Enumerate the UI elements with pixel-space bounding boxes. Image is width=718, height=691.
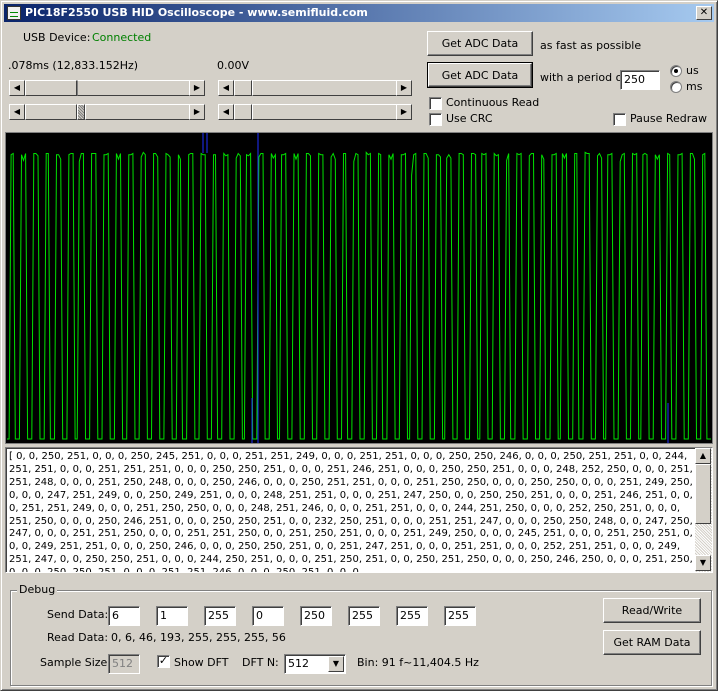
- pause-redraw-checkbox[interactable]: [613, 113, 626, 126]
- oscilloscope-display[interactable]: [5, 132, 713, 444]
- scroll-right-icon[interactable]: ▶: [396, 80, 412, 96]
- scroll-track-right[interactable]: [77, 80, 191, 96]
- send-byte-2[interactable]: 255: [204, 606, 236, 626]
- send-byte-0[interactable]: 6: [108, 606, 140, 626]
- scroll-up-icon[interactable]: ▲: [695, 448, 711, 464]
- scroll-left-icon[interactable]: ◀: [9, 104, 25, 120]
- usb-device-label: USB Device:: [23, 31, 91, 44]
- period-caption: with a period of: [540, 71, 627, 84]
- scroll-track-right[interactable]: [252, 80, 398, 96]
- title-bar[interactable]: PIC18F2550 USB HID Oscilloscope - www.se…: [4, 4, 714, 22]
- scroll-right-icon[interactable]: ▶: [189, 104, 205, 120]
- period-input[interactable]: 250: [620, 70, 660, 90]
- scroll-thumb[interactable]: [77, 104, 85, 120]
- show-dft-checkbox[interactable]: ✓: [157, 655, 170, 668]
- dft-n-select[interactable]: 512 ▼: [284, 654, 346, 674]
- sample-size-input: 512: [108, 654, 140, 674]
- scroll-right-icon[interactable]: ▶: [396, 104, 412, 120]
- read-data-label: Read Data:: [47, 631, 109, 644]
- data-textarea[interactable]: [ 0, 0, 250, 251, 0, 0, 0, 250, 245, 251…: [5, 447, 713, 573]
- main-window: PIC18F2550 USB HID Oscilloscope - www.se…: [0, 0, 718, 691]
- continuous-read-label: Continuous Read: [446, 96, 540, 109]
- use-crc-checkbox[interactable]: [429, 113, 442, 126]
- send-byte-5[interactable]: 255: [348, 606, 380, 626]
- get-adc-fast-button[interactable]: Get ADC Data: [427, 31, 533, 56]
- time-scrollbar-fine[interactable]: ◀ ▶: [8, 103, 206, 120]
- scroll-track-left[interactable]: [25, 104, 77, 120]
- time-scrollbar-coarse[interactable]: ◀ ▶: [8, 79, 206, 96]
- get-adc-period-button[interactable]: Get ADC Data: [427, 62, 533, 88]
- window-title: PIC18F2550 USB HID Oscilloscope - www.se…: [25, 6, 368, 19]
- scope-plot: [7, 133, 711, 443]
- radio-ms-label: ms: [686, 80, 703, 93]
- continuous-read-checkbox[interactable]: [429, 97, 442, 110]
- scroll-thumb[interactable]: [695, 464, 711, 524]
- send-byte-1[interactable]: 1: [156, 606, 188, 626]
- scroll-thumb[interactable]: [234, 104, 252, 120]
- debug-group-title: Debug: [17, 583, 58, 596]
- dft-n-value: 512: [288, 657, 309, 670]
- sample-size-label: Sample Size:: [40, 656, 112, 669]
- send-byte-4[interactable]: 250: [300, 606, 332, 626]
- scroll-down-icon[interactable]: ▼: [695, 555, 711, 571]
- scroll-left-icon[interactable]: ◀: [218, 80, 234, 96]
- read-write-button[interactable]: Read/Write: [603, 598, 701, 623]
- scroll-thumb[interactable]: [234, 80, 252, 96]
- read-data-value: 0, 6, 46, 193, 255, 255, 255, 56: [111, 631, 286, 644]
- data-vertical-scrollbar[interactable]: ▲ ▼: [695, 448, 712, 572]
- voltage-readout: 0.00V: [217, 59, 250, 72]
- dft-n-label: DFT N:: [242, 656, 279, 669]
- radio-us[interactable]: [670, 65, 682, 77]
- radio-us-label: us: [686, 64, 699, 77]
- bin-readout: Bin: 91 f~11,404.5 Hz: [357, 656, 479, 669]
- scroll-thumb[interactable]: [25, 80, 77, 96]
- get-ram-data-button[interactable]: Get RAM Data: [603, 630, 701, 655]
- scroll-left-icon[interactable]: ◀: [218, 104, 234, 120]
- radio-ms[interactable]: [670, 81, 682, 93]
- use-crc-label: Use CRC: [446, 112, 493, 125]
- time-readout: .078ms (12,833.152Hz): [8, 59, 139, 72]
- pause-redraw-label: Pause Redraw: [630, 112, 708, 125]
- scroll-right-icon[interactable]: ▶: [189, 80, 205, 96]
- close-button[interactable]: ✕: [696, 6, 712, 20]
- send-byte-6[interactable]: 255: [396, 606, 428, 626]
- app-icon: [7, 6, 21, 20]
- send-data-label: Send Data:: [47, 608, 109, 621]
- usb-status: Connected: [92, 31, 152, 44]
- chevron-down-icon[interactable]: ▼: [328, 656, 344, 672]
- send-byte-7[interactable]: 255: [444, 606, 476, 626]
- data-text: [ 0, 0, 250, 251, 0, 0, 0, 250, 245, 251…: [9, 451, 693, 573]
- show-dft-label: Show DFT: [174, 656, 229, 669]
- voltage-scrollbar-fine[interactable]: ◀ ▶: [217, 103, 413, 120]
- voltage-scrollbar-coarse[interactable]: ◀ ▶: [217, 79, 413, 96]
- scroll-left-icon[interactable]: ◀: [9, 80, 25, 96]
- fast-caption: as fast as possible: [540, 39, 642, 52]
- scroll-track-right[interactable]: [252, 104, 398, 120]
- scope-trace: [7, 151, 711, 440]
- send-byte-3[interactable]: 0: [252, 606, 284, 626]
- scroll-track-right[interactable]: [85, 104, 191, 120]
